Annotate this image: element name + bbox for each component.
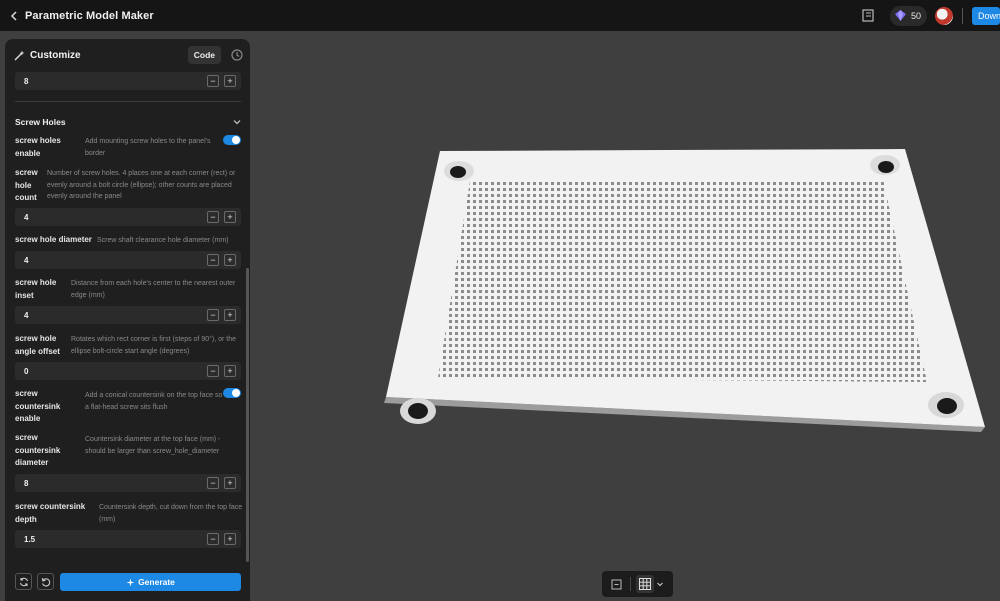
screw-hole-top-right — [870, 155, 900, 175]
decrement-button[interactable]: − — [207, 254, 219, 266]
panel-title: Customize — [30, 50, 81, 61]
top-bar: Parametric Model Maker 50 Download — [0, 0, 1000, 31]
section-divider — [15, 101, 241, 102]
increment-button[interactable]: + — [224, 477, 236, 489]
gem-icon — [894, 10, 906, 21]
section-title-screw-holes[interactable]: Screw Holes — [15, 117, 66, 127]
generate-button[interactable]: Generate — [60, 573, 241, 591]
screw-hole-bottom-left — [400, 398, 436, 424]
decrement-button[interactable]: − — [207, 477, 219, 489]
divider — [962, 7, 963, 24]
toolbar-divider — [630, 577, 631, 591]
sparkle-icon — [126, 578, 135, 586]
view-toolbar — [602, 571, 673, 597]
param-description: Distance from each hole's center to the … — [71, 280, 236, 299]
credits-count: 50 — [910, 10, 921, 21]
download-button[interactable]: Download — [972, 6, 1000, 25]
back-button[interactable] — [3, 0, 25, 31]
decrement-button[interactable]: − — [207, 309, 219, 321]
decrement-button[interactable]: − — [207, 533, 219, 545]
grid-toggle-button[interactable] — [636, 575, 654, 593]
undo-button[interactable] — [37, 573, 54, 590]
chevron-down-icon[interactable] — [233, 118, 241, 126]
param-description: Rotates which rect corner is first (step… — [71, 336, 237, 355]
increment-button[interactable]: + — [224, 75, 236, 87]
number-input[interactable]: 8 − + — [15, 72, 241, 90]
input-value: 4 — [24, 255, 29, 265]
history-icon[interactable] — [230, 48, 244, 62]
generate-label: Generate — [138, 577, 175, 587]
frame-icon — [611, 579, 621, 589]
param-label: screw countersink depth — [15, 502, 86, 524]
screw-hole-diameter-input[interactable]: 4 − + — [15, 251, 241, 269]
decrement-button[interactable]: − — [207, 211, 219, 223]
screw-countersink-depth-input[interactable]: 1.5 − + — [15, 530, 241, 548]
param-description: Screw shaft clearance hole diameter (mm) — [97, 237, 229, 244]
param-label: screw countersink diameter — [15, 433, 61, 467]
param-label: screw hole diameter — [15, 235, 92, 244]
input-value: 1.5 — [24, 534, 36, 544]
decrement-button[interactable]: − — [207, 75, 219, 87]
panel-footer: Generate — [5, 562, 250, 601]
increment-button[interactable]: + — [224, 309, 236, 321]
param-description: Number of screw holes. 4 places one at e… — [47, 170, 236, 200]
library-icon — [862, 9, 874, 22]
app-title: Parametric Model Maker — [25, 9, 154, 22]
param-description: Add a conical countersink on the top fac… — [85, 392, 223, 411]
screw-hole-count-input[interactable]: 4 − + — [15, 208, 241, 226]
code-button[interactable]: Code — [187, 46, 221, 64]
param-label: screw countersink enable — [15, 389, 61, 423]
param-description: Add mounting screw holes to the panel's … — [85, 138, 211, 157]
screw-holes-enable-toggle[interactable] — [223, 135, 241, 145]
param-label: screw hole count — [15, 168, 38, 202]
screw-hole-top-left — [444, 161, 474, 181]
3d-viewport[interactable] — [250, 31, 1000, 601]
screw-hole-angle-offset-input[interactable]: 0 − + — [15, 362, 241, 380]
input-value: 8 — [24, 478, 29, 488]
screw-hole-inset-input[interactable]: 4 − + — [15, 306, 241, 324]
screw-countersink-diameter-input[interactable]: 8 − + — [15, 474, 241, 492]
fit-view-button[interactable] — [607, 575, 625, 593]
param-description: Countersink diameter at the top face (mm… — [85, 436, 221, 455]
input-value: 4 — [24, 310, 29, 320]
input-value: 0 — [24, 366, 29, 376]
wand-icon — [14, 50, 25, 61]
grid-icon — [639, 578, 651, 590]
undo-icon — [41, 577, 50, 587]
input-value: 8 — [24, 76, 29, 86]
sync-icon — [19, 577, 28, 586]
params-scroll-area[interactable]: 8 − + Screw Holes screw holes enable Add … — [5, 72, 250, 562]
param-label: screw hole inset — [15, 278, 57, 300]
param-description: Countersink depth, cut down from the top… — [99, 504, 243, 523]
input-value: 4 — [24, 212, 29, 222]
credits-badge[interactable]: 50 — [889, 5, 927, 26]
increment-button[interactable]: + — [224, 254, 236, 266]
screw-hole-bottom-right — [928, 392, 964, 418]
increment-button[interactable]: + — [224, 533, 236, 545]
sync-button[interactable] — [15, 573, 32, 590]
library-button[interactable] — [858, 6, 878, 26]
panel-model — [384, 149, 985, 432]
decrement-button[interactable]: − — [207, 365, 219, 377]
screw-countersink-enable-toggle[interactable] — [223, 388, 241, 398]
chevron-down-icon — [657, 582, 663, 587]
param-label: screw hole angle offset — [15, 334, 60, 356]
customize-panel: Customize Code 8 − + Screw Holes screw ho… — [5, 39, 250, 601]
increment-button[interactable]: + — [224, 365, 236, 377]
increment-button[interactable]: + — [224, 211, 236, 223]
panel-header: Customize Code — [5, 39, 250, 72]
view-options-dropdown[interactable] — [654, 575, 666, 593]
user-avatar[interactable] — [935, 6, 953, 25]
param-label: screw holes enable — [15, 136, 61, 158]
chevron-left-icon — [10, 10, 17, 21]
scrollbar[interactable] — [246, 268, 249, 562]
